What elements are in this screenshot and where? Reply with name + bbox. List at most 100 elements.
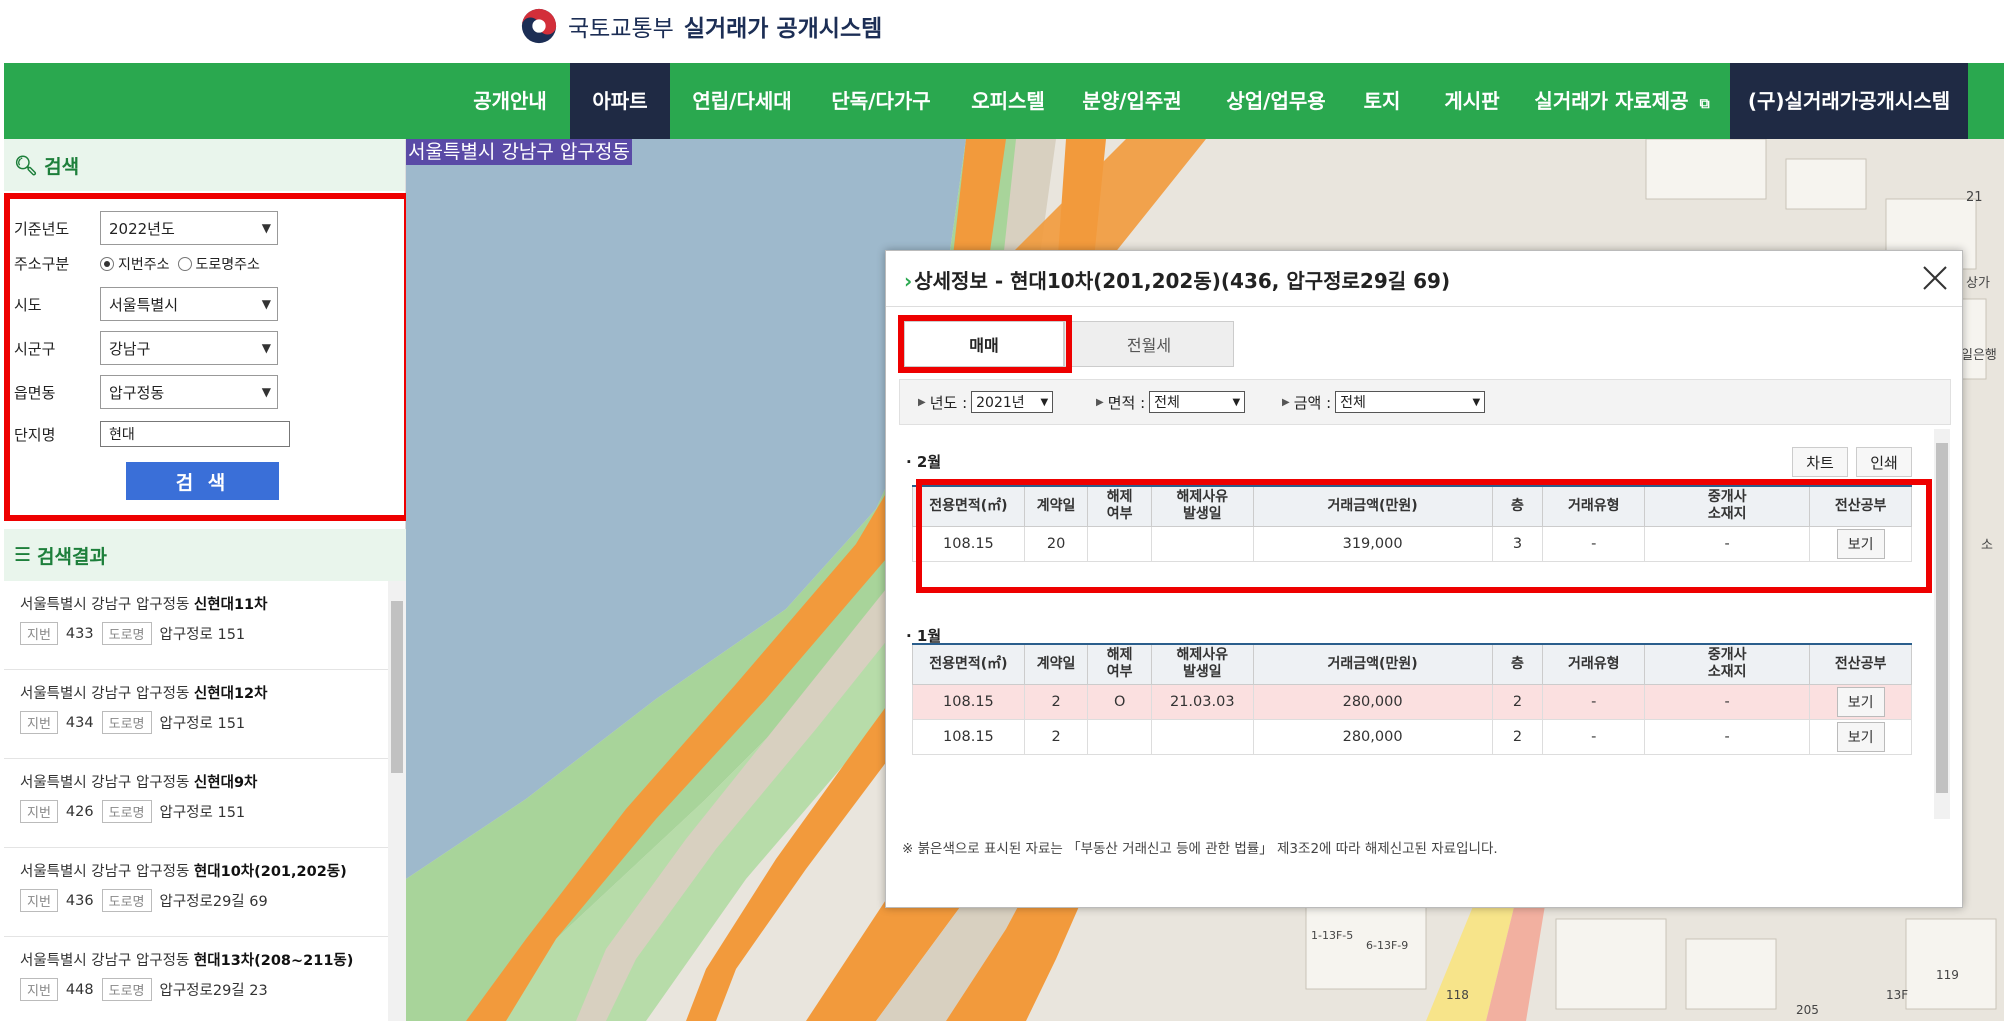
- nav-item-board[interactable]: 게시판: [1432, 63, 1512, 139]
- result-lot-number: 448: [65, 981, 94, 998]
- print-button[interactable]: 인쇄: [1856, 447, 1912, 477]
- result-address-prefix: 서울특별시 강남구 압구정동: [20, 953, 190, 969]
- view-ledger-button[interactable]: 보기: [1836, 528, 1885, 559]
- nav-item-apartment[interactable]: 아파트: [570, 63, 670, 139]
- year-select[interactable]: 2022년도 ▼: [100, 211, 278, 245]
- table-column-header: 거래금액(만원): [1252, 485, 1493, 527]
- nav-item-land[interactable]: 토지: [1350, 63, 1414, 139]
- area-filter-select[interactable]: 전체 ▼: [1149, 391, 1246, 413]
- result-address: 서울특별시 강남구 압구정동 신현대11차: [20, 593, 388, 614]
- nav-item-commercial[interactable]: 상업/업무용: [1214, 63, 1338, 139]
- table-column-header: 거래유형: [1542, 485, 1646, 527]
- nav-item-presale[interactable]: 분양/입주권: [1070, 63, 1194, 139]
- map-location-label: 서울특별시 강남구 압구정동: [406, 139, 632, 165]
- result-complex-name: 현대10차(201,202동): [193, 864, 347, 880]
- lot-tag: 지번: [20, 889, 58, 912]
- search-section-title: 검색: [44, 155, 80, 178]
- lot-tag: 지번: [20, 800, 58, 823]
- dong-select-value: 압구정동: [109, 383, 165, 402]
- result-item[interactable]: 서울특별시 강남구 압구정동 신현대11차지번 433 도로명 압구정로 151: [4, 581, 388, 670]
- result-sub: 지번 433 도로명 압구정로 151: [20, 622, 388, 645]
- table-row: 108.15 2 O 21.03.03 280,000 2- - 보기: [912, 683, 1912, 720]
- detail-dialog: › 상세정보 - 현대10차(201,202동)(436, 압구정로29길 69)…: [885, 250, 1963, 908]
- result-item[interactable]: 서울특별시 강남구 압구정동 신현대9차 지번 426 도로명 압구정로 151: [4, 759, 388, 848]
- table-cell-day: 20: [1023, 525, 1089, 562]
- result-item[interactable]: 서울특별시 강남구 압구정동 현대10차(201,202동) 지번 436 도로명 압구…: [4, 848, 388, 937]
- system-name: 실거래가 공개시스템: [683, 16, 883, 42]
- table-cell-area: 108.15: [912, 525, 1025, 562]
- table-cell-cancel: O: [1087, 683, 1152, 720]
- view-ledger-button[interactable]: 보기: [1836, 686, 1885, 717]
- year-filter: ▶ 년도 : 2021년 ▼: [918, 391, 1054, 413]
- ministry-name: 국토교통부: [568, 16, 674, 42]
- result-list: 서울특별시 강남구 압구정동 신현대11차 지번 433 도로명 압구정로 151 서울특…: [4, 581, 388, 1021]
- search-section-header: 🔍︎ 검색: [4, 139, 405, 191]
- scrollbar-thumb[interactable]: [1936, 443, 1948, 793]
- table-column-header: 계약일: [1023, 643, 1089, 685]
- complex-label: 단지명: [14, 425, 56, 444]
- search-button[interactable]: 검 색: [126, 462, 279, 500]
- price-filter-select[interactable]: 전체 ▼: [1335, 391, 1486, 413]
- deal-table-feb: 전용면적(㎡) 계약일 해제 여부 해제사유 발생일 거래금액(만원) 층 거래유형 중개사 …: [912, 485, 1912, 562]
- result-item[interactable]: 서울특별시 강남구 압구정동 신현대12차 지번 434 도로명 압구정로 151: [4, 670, 388, 759]
- table-column-header: 해제 여부: [1087, 485, 1152, 527]
- result-road-address: 압구정로 151: [159, 805, 246, 821]
- scrollbar-thumb[interactable]: [391, 601, 403, 773]
- table-column-header: 거래유형: [1542, 643, 1646, 685]
- cancel-note: ※ 붉은색으로 표시된 자료는 「부동산 거래신고 등에 관한 법률」 제3조2…: [902, 841, 1498, 857]
- road-tag: 도로명: [101, 800, 152, 823]
- sidebar: 🔍︎ 검색 기준년도 2022년도 ▼ 주소구분 지번주소 도로명주소 시도 서…: [4, 139, 406, 1021]
- map-label-21: 21: [1966, 190, 1983, 205]
- sigungu-select[interactable]: 강남구 ▼: [100, 331, 278, 365]
- table-column-header: 해제사유 발생일: [1150, 643, 1254, 685]
- table-cell-view: 보기: [1809, 683, 1912, 720]
- nav-item-data-provision[interactable]: 실거래가 자료제공 ⧉: [1530, 63, 1714, 139]
- dialog-scrollbar[interactable]: [1934, 429, 1950, 819]
- radio-lot-address[interactable]: 지번주소: [100, 254, 170, 274]
- nav-item-old-system[interactable]: (구)실거래가공개시스템: [1730, 63, 1968, 139]
- site-logo[interactable]: 국토교통부 실거래가 공개시스템: [520, 6, 882, 46]
- chevron-down-icon: ▼: [1472, 396, 1481, 408]
- table-header-row: 전용면적(㎡) 계약일 해제 여부 해제사유 발생일 거래금액(만원) 층 거래유형 중개사 …: [912, 485, 1912, 527]
- sido-row: 시도 서울특별시 ▼: [14, 287, 278, 321]
- result-road-address: 압구정로29길 23: [159, 983, 268, 999]
- chevron-down-icon: ▼: [261, 341, 271, 355]
- dong-row: 읍면동 압구정동 ▼: [14, 375, 278, 409]
- table-column-header: 전용면적(㎡): [912, 643, 1025, 685]
- radio-dot: [177, 256, 192, 271]
- table-column-header: 거래금액(만원): [1252, 643, 1493, 685]
- sido-select[interactable]: 서울특별시 ▼: [100, 287, 278, 321]
- table-cell-price: 319,000: [1252, 525, 1493, 562]
- nav-item-info[interactable]: 공개안내: [460, 63, 560, 139]
- close-icon[interactable]: [1918, 261, 1952, 295]
- addr-type-row: 주소구분 지번주소 도로명주소: [14, 253, 268, 274]
- table-cell-cancel: [1087, 525, 1152, 562]
- result-item[interactable]: 서울특별시 강남구 압구정동 현대13차(208~211동) 지번 448 도로명 압구…: [4, 937, 388, 1021]
- map-label-6-13f-9: 6-13F-9: [1366, 939, 1408, 952]
- radio-road-address[interactable]: 도로명주소: [177, 254, 260, 274]
- tab-rent[interactable]: 전월세: [1064, 321, 1234, 367]
- view-ledger-button[interactable]: 보기: [1836, 721, 1885, 752]
- complex-name-input[interactable]: 현대: [100, 421, 290, 447]
- table-cell-cancel-date: 21.03.03: [1150, 683, 1254, 720]
- map-label-119: 119: [1936, 968, 1959, 982]
- tab-sale[interactable]: 매매: [904, 321, 1064, 367]
- sido-select-value: 서울특별시: [109, 295, 179, 314]
- table-cell-day: 2: [1023, 683, 1089, 720]
- nav-item-officetel[interactable]: 오피스텔: [958, 63, 1058, 139]
- nav-item-rowhouse[interactable]: 연립/다세대: [680, 63, 804, 139]
- map-label-1-13f-5: 1-13F-5: [1311, 929, 1353, 942]
- result-road-address: 압구정로29길 69: [159, 894, 268, 910]
- year-filter-select[interactable]: 2021년 ▼: [971, 391, 1054, 413]
- table-cell-cancel-date: [1150, 525, 1254, 562]
- dong-select[interactable]: 압구정동 ▼: [100, 375, 278, 409]
- result-sub: 지번 448 도로명 압구정로29길 23: [20, 978, 388, 1001]
- result-complex-name: 현대13차(208~211동): [193, 953, 354, 969]
- table-column-header: 중개사 소재지: [1644, 643, 1811, 685]
- nav-item-detached[interactable]: 단독/다가구: [816, 63, 946, 139]
- results-scrollbar[interactable]: [388, 581, 406, 1021]
- chart-button[interactable]: 차트: [1792, 447, 1848, 477]
- table-cell-floor: 2: [1491, 718, 1544, 755]
- table-column-header: 전산공부: [1809, 485, 1912, 527]
- area-filter: ▶ 면적 : 전체 ▼: [1096, 391, 1246, 413]
